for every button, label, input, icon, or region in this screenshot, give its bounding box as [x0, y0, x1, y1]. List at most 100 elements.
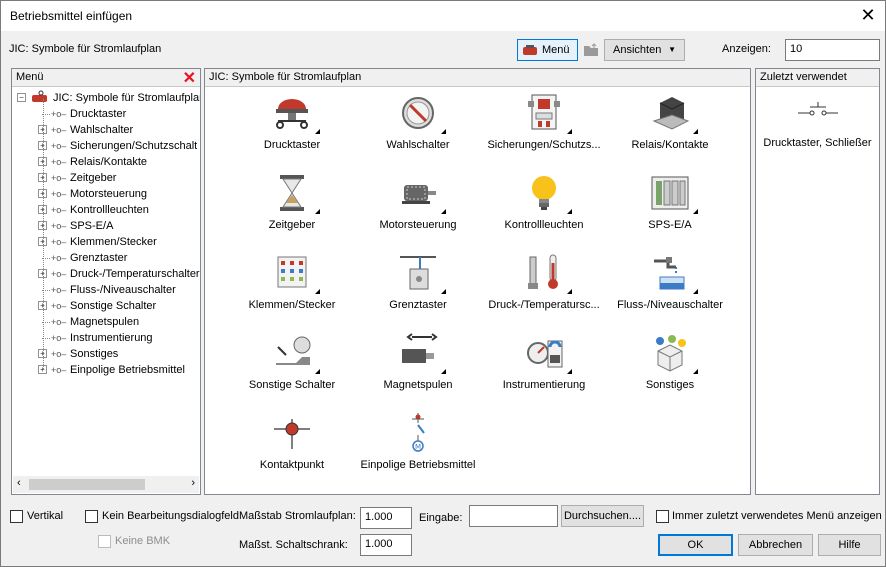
symbol-tile-label: Wahlschalter	[386, 139, 450, 151]
menu-button-label: Menü	[542, 44, 570, 56]
always-last-menu-checkbox[interactable]	[656, 510, 669, 523]
submenu-indicator-icon	[315, 369, 320, 374]
symbol-tile-label: Magnetspulen	[383, 379, 453, 391]
symbol-tile[interactable]: Wahlschalter	[355, 93, 481, 173]
flow-switch-icon	[650, 253, 690, 293]
tree-item-label: Sonstiges	[70, 348, 119, 360]
symbol-panel-header: JIC: Symbole für Stromlaufplan	[205, 69, 750, 87]
menu-tree: − JIC: Symbole für Stromlaufplan +o– Druc…	[12, 89, 200, 477]
browse-button[interactable]: Durchsuchen....	[561, 505, 644, 527]
horizontal-scrollbar[interactable]: ‹ ›	[13, 476, 199, 493]
symbol-tile[interactable]: Drucktaster	[229, 93, 355, 173]
contact-icon: +o–	[51, 237, 67, 247]
misc-switch-icon	[272, 333, 312, 373]
scale-schematic-label: Maßstab Stromlaufplan:	[239, 510, 356, 522]
recent-item-label: Drucktaster, Schließer	[763, 137, 872, 149]
menu-button[interactable]: Menü	[517, 39, 578, 61]
symbol-tile[interactable]: Relais/Kontakte	[607, 93, 733, 173]
tree-item-label: Sicherungen/Schutzschalt	[70, 140, 198, 152]
relay-icon	[650, 93, 690, 133]
close-panel-icon[interactable]: ✕	[183, 68, 196, 88]
contact-icon: +o–	[51, 141, 67, 151]
symbol-tile[interactable]: Motorsteuerung	[355, 173, 481, 253]
symbol-tile[interactable]: Fluss-/Niveauschalter	[607, 253, 733, 333]
submenu-indicator-icon	[693, 129, 698, 134]
symbol-tile[interactable]: Kontaktpunkt	[229, 413, 355, 493]
submenu-indicator-icon	[693, 209, 698, 214]
tree-item-label: Wahlschalter	[70, 124, 134, 136]
misc-icon	[650, 333, 690, 373]
symbol-tile-label: Grenztaster	[389, 299, 447, 311]
collapse-icon[interactable]: −	[17, 93, 26, 102]
submenu-indicator-icon	[441, 129, 446, 134]
pushbutton-icon	[272, 93, 312, 133]
contact-icon: +o–	[51, 365, 67, 375]
hourglass-icon	[272, 173, 312, 213]
submenu-indicator-icon	[693, 289, 698, 294]
submenu-indicator-icon	[315, 289, 320, 294]
fuse-icon	[524, 93, 564, 133]
submenu-indicator-icon	[315, 129, 320, 134]
tree-item-label: Instrumentierung	[70, 332, 153, 344]
scroll-left-icon[interactable]: ‹	[17, 477, 21, 489]
no-edit-dialog-checkbox[interactable]	[85, 510, 98, 523]
symbol-tile[interactable]: Klemmen/Stecker	[229, 253, 355, 333]
scale-panel-input[interactable]: 1.000	[360, 534, 412, 556]
tree-item-label: Grenztaster	[70, 252, 128, 264]
tree-root-label: JIC: Symbole für Stromlaufplan	[53, 92, 200, 104]
chevron-down-icon: ▼	[668, 45, 676, 54]
symbol-tile[interactable]: Druck-/Temperatursc...	[481, 253, 607, 333]
symbol-tile-label: Sicherungen/Schutzs...	[487, 139, 601, 151]
views-label: Ansichten	[613, 44, 662, 56]
menu-panel-title: Menü	[16, 71, 44, 83]
recent-item[interactable]: Drucktaster, Schließer	[756, 97, 879, 157]
cancel-button[interactable]: Abbrechen	[738, 534, 813, 556]
symbol-tile[interactable]: Sonstiges	[607, 333, 733, 413]
symbol-tile-label: Fluss-/Niveauschalter	[617, 299, 723, 311]
scale-schematic-input[interactable]: 1.000	[360, 507, 412, 529]
vertical-checkbox[interactable]	[10, 510, 23, 523]
folder-icon[interactable]	[582, 41, 600, 59]
tree-item-label: Zeitgeber	[70, 172, 117, 184]
tree-item-label: Kontrollleuchten	[70, 204, 149, 216]
help-button[interactable]: Hilfe	[818, 534, 881, 556]
contact-icon: +o–	[51, 221, 67, 231]
tree-item-label: Klemmen/Stecker	[70, 236, 157, 248]
symbol-tile-label: Druck-/Temperatursc...	[488, 299, 600, 311]
symbol-tile-label: Motorsteuerung	[379, 219, 457, 231]
symbol-tile-label: Einpolige Betriebsmittel	[360, 459, 476, 471]
contact-icon: +o–	[51, 125, 67, 135]
menu-panel: Menü ✕ − JIC: Symbole für Stromlaufplan …	[11, 68, 201, 495]
symbol-tile[interactable]: Grenztaster	[355, 253, 481, 333]
contact-icon: +o–	[51, 285, 67, 295]
menu-icon	[522, 44, 538, 56]
contact-icon: +o–	[51, 301, 67, 311]
input-field[interactable]	[469, 505, 558, 527]
ok-button[interactable]: OK	[658, 534, 733, 556]
scroll-right-icon[interactable]: ›	[191, 477, 195, 489]
symbol-tile-label: Relais/Kontakte	[631, 139, 709, 151]
no-bom-checkbox[interactable]	[98, 535, 111, 548]
views-dropdown[interactable]: Ansichten ▼	[604, 39, 685, 61]
scroll-thumb[interactable]	[29, 479, 145, 490]
symbol-tile[interactable]: Sicherungen/Schutzs...	[481, 93, 607, 173]
symbol-tile[interactable]: SPS-E/A	[607, 173, 733, 253]
thermometer-icon	[524, 253, 564, 293]
symbol-tile[interactable]: M Einpolige Betriebsmittel	[355, 413, 481, 493]
svg-text:M: M	[415, 443, 421, 451]
symbol-tile[interactable]: Kontrollleuchten	[481, 173, 607, 253]
symbol-tile[interactable]: Magnetspulen	[355, 333, 481, 413]
symbol-tile[interactable]: Sonstige Schalter	[229, 333, 355, 413]
submenu-indicator-icon	[441, 209, 446, 214]
show-count-input[interactable]: 10	[785, 39, 880, 61]
symbol-tile[interactable]: Zeitgeber	[229, 173, 355, 253]
submenu-indicator-icon	[441, 289, 446, 294]
contact-icon: +o–	[51, 189, 67, 199]
submenu-indicator-icon	[567, 289, 572, 294]
tree-guide-line	[43, 99, 44, 369]
tree-item-label: Motorsteuerung	[70, 188, 148, 200]
symbol-tile[interactable]: Instrumentierung	[481, 333, 607, 413]
limit-switch-icon	[398, 253, 438, 293]
symbol-tile-label: Zeitgeber	[268, 219, 316, 231]
close-icon[interactable]: ✕	[857, 4, 879, 26]
